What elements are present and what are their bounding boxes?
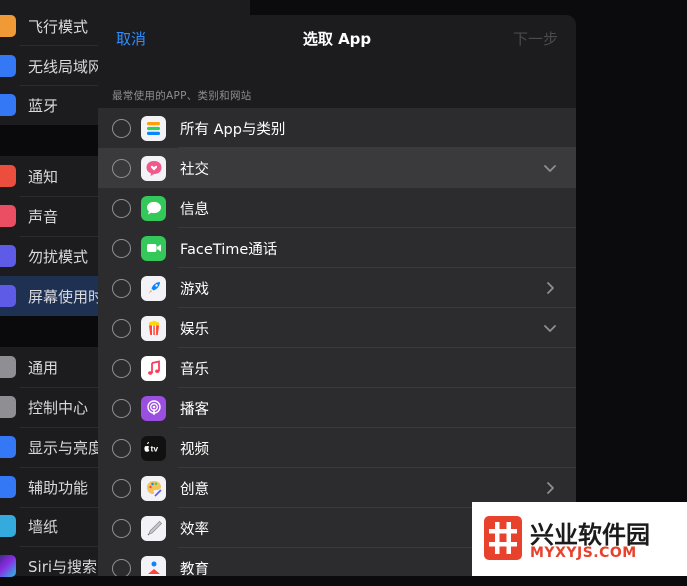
settings-item-label: 辅助功能 [28,478,89,497]
radio-button[interactable] [112,278,131,298]
list-row-entertainment[interactable]: 娱乐 [98,308,576,348]
social-icon [141,155,166,181]
settings-item-label: Siri与搜索 [28,557,98,576]
bluetooth-icon [0,94,16,116]
airplane-icon [0,15,16,37]
list-row-games[interactable]: 游戏 [98,268,576,308]
row-label: FaceTime通话 [180,241,278,258]
watermark-logo-icon [484,516,522,560]
all-apps-icon [141,115,166,141]
watermark: 兴业软件园 MYXYJS.COM [472,502,687,576]
chevron-right-icon[interactable] [542,280,558,296]
facetime-icon [141,235,166,261]
list-row-music[interactable]: 音乐 [98,348,576,388]
row-label: 信息 [180,201,209,218]
radio-button[interactable] [112,318,131,338]
settings-item-label: 声音 [28,207,59,226]
sheet-nav-bar: 取消 选取 App 下一步 [98,15,576,59]
sheet-title: 选取 App [302,30,372,48]
radio-button[interactable] [112,438,131,458]
settings-item-label: 墙纸 [28,517,59,536]
list-row-facetime[interactable]: FaceTime通话 [98,228,576,268]
svg-text:tv: tv [150,444,158,454]
row-label: 视频 [180,441,209,458]
list-row-podcasts[interactable]: 播客 [98,388,576,428]
radio-button[interactable] [112,158,131,178]
row-label: 教育 [180,561,209,577]
screen-time-icon [0,285,16,307]
chevron-down-icon[interactable] [542,160,558,176]
choose-app-sheet: 取消 选取 App 下一步 最常使用的APP、类别和网站 所有 App与类别 社… [98,15,576,576]
siri-icon [0,555,16,577]
settings-item-label: 通知 [28,167,59,186]
settings-item-label: 勿扰模式 [28,247,89,266]
sounds-icon [0,205,16,227]
settings-item-label: 无线局域网 [28,57,104,76]
settings-item-label: 通用 [28,358,59,377]
section-header: 最常使用的APP、类别和网站 [112,90,252,102]
radio-button[interactable] [112,518,131,538]
chevron-right-icon[interactable] [542,480,558,496]
radio-button[interactable] [112,558,131,576]
settings-item-label: 蓝牙 [28,96,59,115]
messages-icon [141,195,166,221]
do-not-disturb-icon [0,245,16,267]
accessibility-icon [0,476,16,498]
creativity-icon [141,475,166,501]
next-button[interactable]: 下一步 [513,28,558,49]
entertainment-icon [141,315,166,341]
watermark-url: MYXYJS.COM [530,545,637,561]
display-icon [0,436,16,458]
productivity-icon [141,515,166,541]
row-label: 效率 [180,521,209,538]
wifi-icon [0,55,16,77]
row-label: 游戏 [180,281,209,298]
wallpaper-icon [0,515,16,537]
radio-button[interactable] [112,238,131,258]
row-label: 音乐 [180,361,209,378]
education-icon [141,555,166,576]
row-label: 播客 [180,401,209,418]
row-label: 创意 [180,481,209,498]
settings-item-label: 显示与亮度 [28,438,104,457]
radio-button[interactable] [112,118,131,138]
notifications-icon [0,165,16,187]
podcasts-icon [141,395,166,421]
settings-item-label: 控制中心 [28,398,89,417]
list-row-social[interactable]: 社交 [98,148,576,188]
list-row-tv[interactable]: tv 视频 [98,428,576,468]
radio-button[interactable] [112,198,131,218]
row-label: 娱乐 [180,321,209,338]
control-center-icon [0,396,16,418]
settings-item-label: 屏幕使用时 [28,287,104,306]
row-label: 所有 App与类别 [180,121,286,138]
radio-button[interactable] [112,358,131,378]
list-row-messages[interactable]: 信息 [98,188,576,228]
radio-button[interactable] [112,398,131,418]
chevron-down-icon[interactable] [542,320,558,336]
settings-item-label: 飞行模式 [28,17,89,36]
list-row-all-apps[interactable]: 所有 App与类别 [98,108,576,148]
games-icon [141,275,166,301]
radio-button[interactable] [112,478,131,498]
music-icon [141,355,166,381]
general-icon [0,356,16,378]
row-label: 社交 [180,161,209,178]
tv-icon: tv [141,435,166,461]
